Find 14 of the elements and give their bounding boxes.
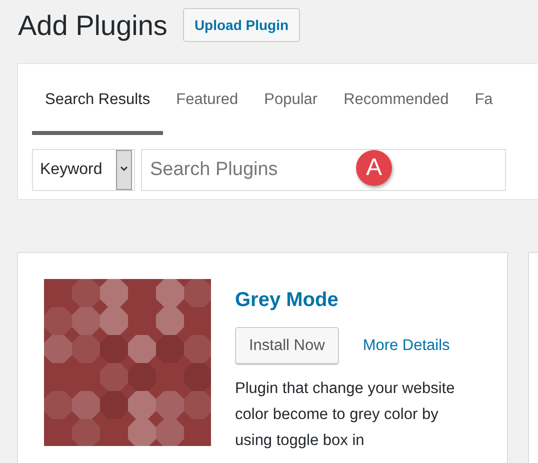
plugin-icon xyxy=(44,279,211,446)
filter-tab[interactable]: Fa xyxy=(462,84,506,136)
caret-icon xyxy=(116,150,132,190)
filter-tab[interactable]: Recommended xyxy=(330,84,462,136)
filter-tab[interactable]: Featured xyxy=(163,84,252,136)
upload-plugin-button[interactable]: Upload Plugin xyxy=(183,8,300,42)
plugin-title[interactable]: Grey Mode xyxy=(235,285,460,315)
more-details-link[interactable]: More Details xyxy=(362,334,450,358)
page-title: Add Plugins xyxy=(18,9,168,43)
search-type-select[interactable]: Keyword xyxy=(32,149,135,192)
install-now-button[interactable]: Install Now xyxy=(235,327,339,364)
filter-tab[interactable]: Search Results xyxy=(32,84,164,136)
plugin-description: Plugin that change your website color become to grey color by using toggle box in xyxy=(235,379,456,452)
filter-tab[interactable]: Popular xyxy=(251,84,331,136)
